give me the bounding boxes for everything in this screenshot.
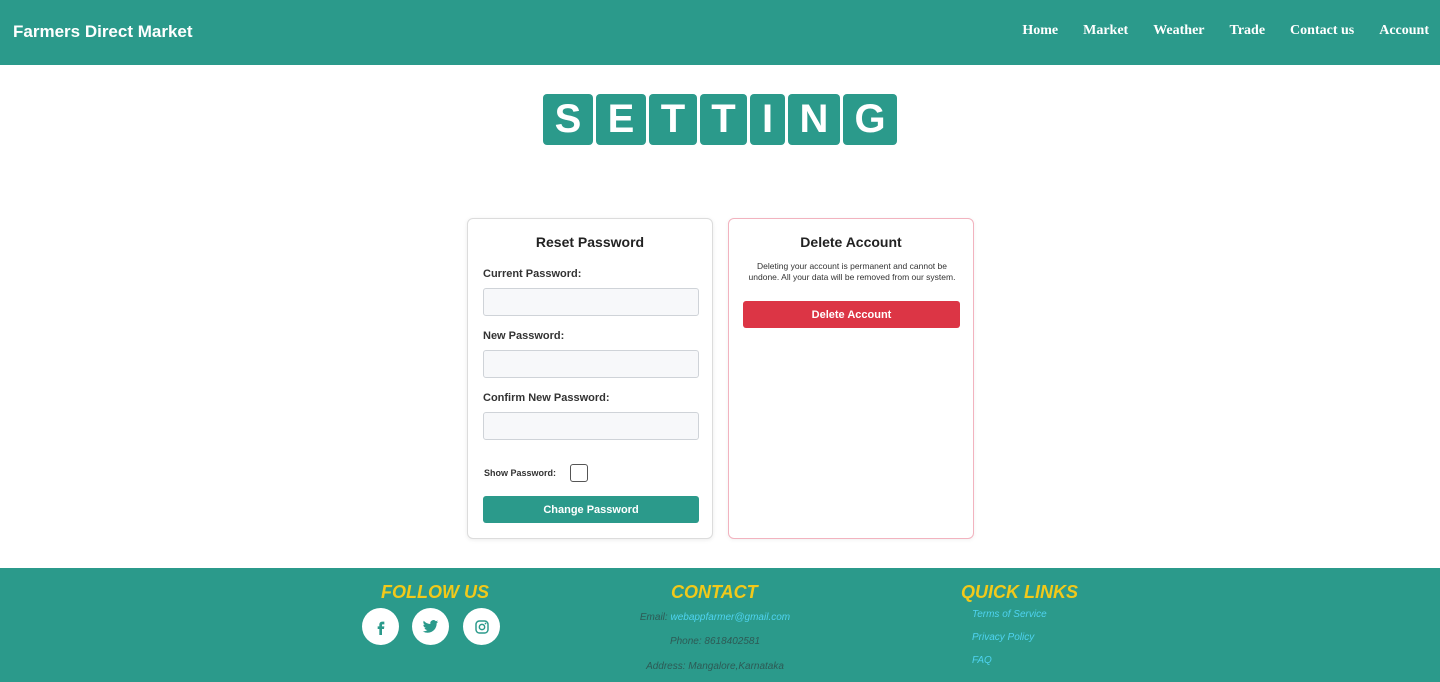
nav-home[interactable]: Home bbox=[1022, 23, 1058, 39]
nav-trade[interactable]: Trade bbox=[1230, 23, 1266, 39]
page-title: S E T T I N G bbox=[543, 94, 897, 145]
nav-account[interactable]: Account bbox=[1379, 23, 1429, 39]
show-password-checkbox[interactable] bbox=[570, 464, 588, 482]
contact-email: Email: webappfarmer@gmail.com bbox=[560, 612, 870, 623]
main-nav: Home Market Weather Trade Contact us Acc… bbox=[1022, 23, 1429, 39]
new-password-label: New Password: bbox=[483, 330, 565, 342]
email-label: Email: bbox=[639, 612, 668, 623]
title-letter: T bbox=[700, 94, 747, 145]
title-letter: E bbox=[596, 94, 646, 145]
title-letter: S bbox=[543, 94, 593, 145]
brand-name[interactable]: Farmers Direct Market bbox=[13, 22, 193, 42]
confirm-password-label: Confirm New Password: bbox=[483, 392, 610, 404]
new-password-input[interactable] bbox=[483, 350, 699, 378]
change-password-button[interactable]: Change Password bbox=[483, 496, 699, 523]
title-letter: T bbox=[649, 94, 697, 145]
twitter-icon[interactable] bbox=[412, 608, 449, 645]
delete-account-card: Delete Account Deleting your account is … bbox=[728, 218, 974, 539]
delete-warning-text: Deleting your account is permanent and c… bbox=[748, 261, 956, 282]
instagram-icon[interactable] bbox=[463, 608, 500, 645]
reset-password-title: Reset Password bbox=[535, 234, 645, 250]
title-letter: G bbox=[843, 94, 897, 145]
reset-password-card: Reset Password Current Password: New Pas… bbox=[467, 218, 713, 539]
contact-address: Address: Mangalore,Karnataka bbox=[646, 661, 784, 672]
current-password-input[interactable] bbox=[483, 288, 699, 316]
contact-phone: Phone: 8618402581 bbox=[669, 636, 761, 647]
follow-us-heading: FOLLOW US bbox=[381, 582, 489, 602]
delete-account-title: Delete Account bbox=[800, 234, 902, 250]
show-password-label: Show Password: bbox=[484, 468, 557, 478]
email-link[interactable]: webappfarmer@gmail.com bbox=[670, 612, 790, 623]
facebook-icon[interactable] bbox=[362, 608, 399, 645]
navbar: Farmers Direct Market Home Market Weathe… bbox=[0, 0, 1440, 65]
delete-account-button[interactable]: Delete Account bbox=[743, 301, 960, 328]
link-faq[interactable]: FAQ bbox=[972, 655, 992, 666]
footer: FOLLOW US CONTACT Email: webappfarmer@gm… bbox=[0, 568, 1440, 682]
link-terms[interactable]: Terms of Service bbox=[972, 609, 1047, 620]
title-letter: I bbox=[750, 94, 785, 145]
current-password-label: Current Password: bbox=[483, 268, 582, 280]
quick-links-heading: QUICK LINKS bbox=[961, 582, 1078, 602]
nav-contact[interactable]: Contact us bbox=[1290, 23, 1354, 39]
nav-weather[interactable]: Weather bbox=[1153, 23, 1204, 39]
nav-market[interactable]: Market bbox=[1083, 23, 1128, 39]
link-privacy[interactable]: Privacy Policy bbox=[972, 632, 1034, 643]
title-letter: N bbox=[788, 94, 840, 145]
contact-heading: CONTACT bbox=[671, 582, 758, 602]
confirm-password-input[interactable] bbox=[483, 412, 699, 440]
